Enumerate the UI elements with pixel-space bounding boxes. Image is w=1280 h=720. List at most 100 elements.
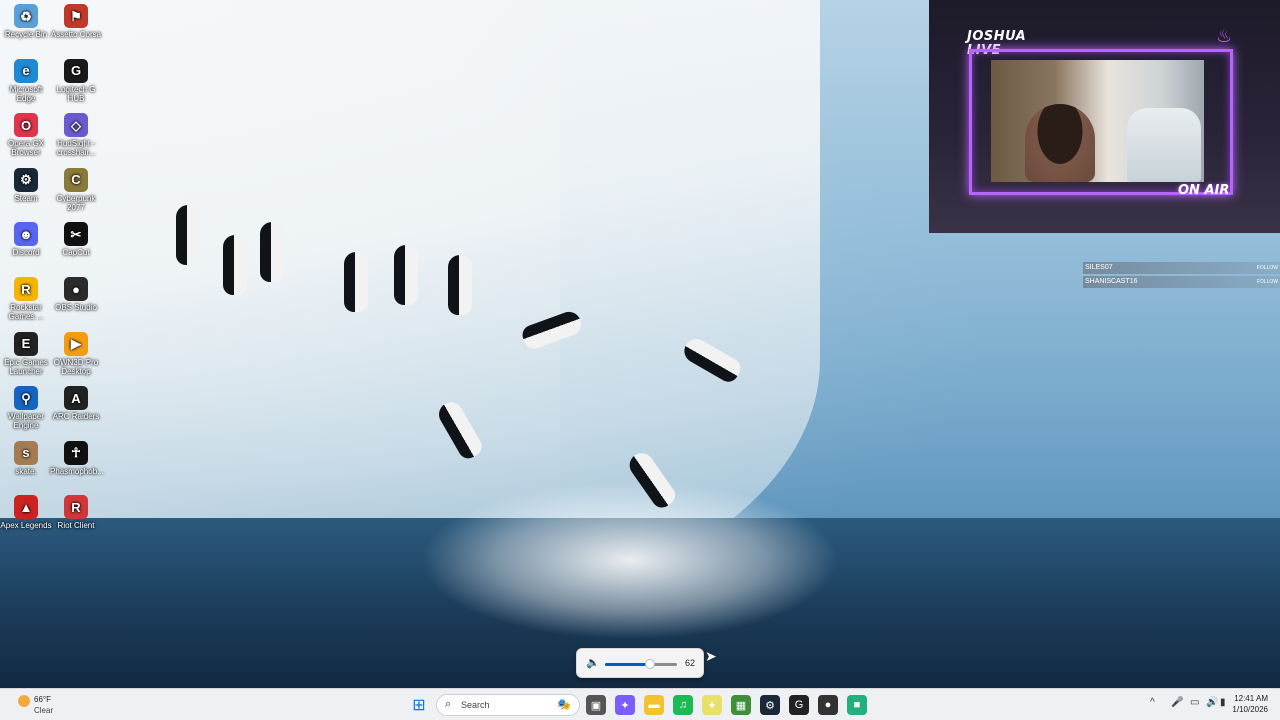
clock-date: 1/10/2026 — [1232, 705, 1268, 714]
desktop-icon[interactable]: ☥ Phasmophob... — [50, 440, 104, 476]
app-icon: ▲ — [14, 495, 38, 520]
taskbar-copilot-icon[interactable]: ✦ — [615, 695, 635, 715]
volume-fill — [605, 663, 650, 666]
desktop-icon-label: OWN3D Pro Desktop — [53, 357, 99, 376]
desktop-icon[interactable]: ✂ CapCut — [50, 222, 102, 257]
desktop-icon-label: Discord — [12, 248, 40, 258]
app-icon: ▶ — [64, 331, 88, 356]
desktop-icon-label: Apex Legends — [0, 521, 52, 531]
desktop-icon[interactable]: R Riot Client — [50, 495, 102, 530]
taskbar-g-hub-icon[interactable]: G — [789, 695, 809, 715]
app-icon: ⚲ — [14, 386, 38, 411]
streamer — [1025, 104, 1095, 182]
desktop-icon[interactable]: ⚑ Assetto Corsa — [50, 4, 102, 39]
desktop-icon-label: Cyberpunk 2077 — [56, 193, 96, 212]
taskbar-minecraft-icon[interactable]: ▦ — [731, 695, 751, 715]
taskbar-file-explorer-icon[interactable]: ▬ — [644, 695, 664, 715]
weather-icon — [18, 695, 30, 707]
taskbar-app-yellow-icon[interactable]: ✦ — [702, 695, 722, 715]
desktop-icon-label: Rockstar Games ... — [8, 303, 44, 321]
display-icon[interactable]: ▭ — [1190, 697, 1199, 708]
taskbar-steam-icon[interactable]: ⚙ — [760, 695, 780, 715]
search-icon: ⌕ — [445, 698, 452, 710]
app-icon: e — [14, 58, 38, 83]
taskbar-task-view-icon[interactable]: ▣ — [586, 695, 606, 715]
clock-time: 12:41 AM — [1234, 694, 1268, 703]
taskbar-spotify-icon[interactable]: ♫ — [673, 695, 693, 715]
desktop-icon-label: HudSight - crosshair... — [56, 139, 96, 158]
desktop-icon[interactable]: O Opera GX Browser — [0, 113, 52, 157]
desktop-icon-label: Opera GX Browser — [7, 139, 44, 158]
volume-icon[interactable]: 🔊 — [1206, 697, 1218, 708]
desktop-icon[interactable]: ⚲ Wallpaper Engine — [0, 386, 52, 430]
desktop-icon-label: OBS Studio — [55, 303, 97, 312]
app-icon: ☻ — [14, 222, 38, 247]
app-icon: G — [64, 58, 88, 83]
desktop-icon-label: ARC Raiders — [52, 412, 100, 422]
tray-overflow-icon[interactable]: ^ — [1150, 697, 1155, 708]
app-icon: ♻ — [14, 4, 38, 28]
search-highlight-icon: 🎭 — [557, 699, 571, 711]
desktop-icon[interactable]: ▶ OWN3D Pro Desktop — [50, 331, 102, 376]
desktop-icon[interactable]: G Logitech G HUB — [50, 58, 102, 103]
follow-alert: SILES07 FOLLOW — [1083, 262, 1280, 274]
taskbar: 66°F Clear ⊞ ⌕ Search 🎭 ▣ ✦ ▬ ♫ ✦ ▦ ⚙ G ● ■ ^ 🎤 ▭… — [0, 688, 1280, 720]
app-icon: R — [64, 495, 88, 520]
desktop-icon[interactable]: s skate. — [0, 440, 52, 476]
penguin — [394, 245, 418, 305]
penguin — [260, 222, 284, 282]
flame-icon: ♨ — [1216, 26, 1233, 46]
desktop-icon[interactable]: C Cyberpunk 2077 — [50, 167, 102, 212]
desktop-icon-label: Riot Client — [57, 521, 95, 531]
desktop-icon-label: Microsoft Edge — [9, 84, 43, 103]
desktop-icon[interactable]: R Rockstar Games ... — [0, 277, 52, 321]
clock[interactable]: 12:41 AM 1/10/2026 — [1232, 693, 1268, 715]
desktop-icon[interactable]: A ARC Raiders — [50, 386, 102, 421]
weather-widget[interactable]: 66°F Clear — [18, 693, 78, 717]
app-icon: ☥ — [64, 440, 88, 465]
microphone-icon[interactable]: 🎤 — [1171, 697, 1183, 708]
mouse-cursor: ➤ — [705, 648, 717, 664]
desktop-icon[interactable]: ▲ Apex Legends — [0, 495, 52, 530]
follow-tag: FOLLOW — [1256, 279, 1278, 285]
app-icon: C — [64, 167, 88, 192]
desktop-icon-label: Logitech G HUB — [56, 84, 96, 103]
weather-condition: Clear — [34, 706, 54, 715]
volume-knob[interactable] — [644, 659, 655, 669]
volume-value: 62 — [684, 658, 695, 668]
volume-slider[interactable] — [605, 659, 677, 669]
speaker-icon[interactable]: 🔈 — [586, 656, 600, 669]
desktop-icon[interactable]: ♻ Recycle Bin — [0, 4, 52, 39]
stream-overlay: JOSHUA LIVE ♨ ON AIR — [929, 0, 1280, 233]
desktop-icon[interactable]: ● OBS Studio — [50, 277, 102, 312]
app-icon: ◇ — [64, 113, 88, 138]
search-placeholder: Search — [461, 700, 490, 710]
on-air-label: ON AIR — [1178, 183, 1230, 198]
follower-name: SHANISCAST16 — [1085, 278, 1138, 285]
penguin — [176, 205, 200, 265]
desktop-icon[interactable]: e Microsoft Edge — [0, 58, 52, 103]
taskbar-obs-icon[interactable]: ● — [818, 695, 838, 715]
desktop-icon[interactable]: E Epic Games Launcher — [0, 331, 52, 376]
desktop-icon[interactable]: ◇ HudSight - crosshair... — [50, 113, 102, 157]
follower-name: SILES07 — [1085, 264, 1113, 271]
penguin — [223, 235, 247, 295]
taskbar-green-app-icon[interactable]: ■ — [847, 695, 867, 715]
desktop-icon-label: Wallpaper Engine — [8, 412, 44, 431]
app-icon: ● — [64, 277, 88, 301]
search-box[interactable]: ⌕ Search 🎭 — [436, 694, 580, 716]
app-icon: ✂ — [64, 222, 88, 247]
water-splash — [420, 480, 840, 640]
desktop-icon-label: Epic Games Launcher — [4, 357, 48, 376]
desktop-icon[interactable]: ☻ Discord — [0, 222, 52, 257]
desktop-icon[interactable]: ⚙ Steam — [0, 167, 52, 203]
app-icon: A — [64, 386, 88, 411]
penguin — [344, 252, 368, 312]
app-icon: ⚙ — [14, 167, 38, 192]
start-button[interactable]: ⊞ — [409, 695, 429, 715]
gaming-chair — [1127, 108, 1201, 182]
desktop-icon-label: skate. — [15, 466, 37, 476]
follow-alert: SHANISCAST16 FOLLOW — [1083, 276, 1280, 288]
volume-flyout: 🔈 62 — [576, 648, 704, 678]
battery-icon[interactable]: ▮ — [1220, 697, 1226, 708]
